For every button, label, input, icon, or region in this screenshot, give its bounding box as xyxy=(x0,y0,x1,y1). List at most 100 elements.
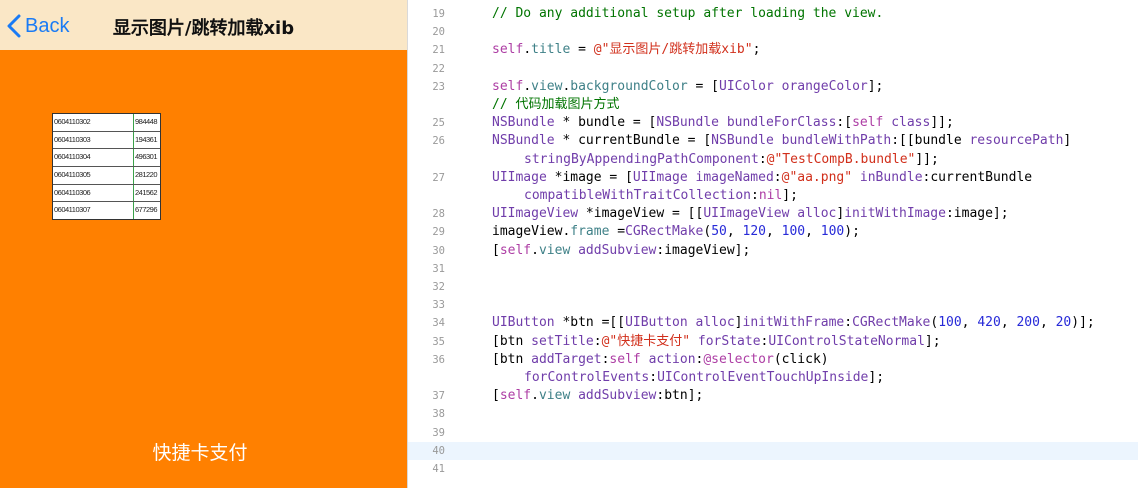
code-line[interactable]: 22 xyxy=(408,60,1138,78)
line-number: 39 xyxy=(432,426,445,439)
code-line[interactable]: 21 self.title = @"显示图片/跳转加载xib"; xyxy=(408,41,1138,59)
code-line[interactable]: forControlEvents:UIControlEventTouchUpIn… xyxy=(408,369,1138,387)
code-token: 100 xyxy=(781,224,806,240)
code-line[interactable]: 40 xyxy=(408,441,1138,460)
image-table-row: 0604110303 194361 xyxy=(53,131,160,150)
code-line[interactable]: 19 // Do any additional setup after loadi… xyxy=(408,5,1138,23)
code-token: )]; xyxy=(1071,315,1095,331)
code-line[interactable]: 38 xyxy=(408,405,1138,423)
code-line[interactable]: 26 NSBundle * currentBundle = [NSBundle b… xyxy=(408,132,1138,150)
code-token: [btn xyxy=(492,351,532,367)
code-token: (click) xyxy=(773,351,829,367)
image-table-id: 0604110304 xyxy=(53,149,134,167)
code-text: // 代码加载图片方式 xyxy=(492,96,619,114)
code-token: nil xyxy=(758,188,783,203)
image-table-value: 281220 xyxy=(135,170,158,180)
code-line[interactable]: 23 self.view.backgroundColor = [UIColor o… xyxy=(408,78,1138,96)
code-token: bundleWithPath xyxy=(781,133,892,149)
line-number: 20 xyxy=(432,26,445,39)
code-token: alloc xyxy=(797,206,837,222)
code-text: imageView.frame =CGRectMake(50, 120, 100… xyxy=(492,223,860,241)
code-line[interactable]: 35 [btn setTitle:@"快捷卡支付" forState:UICont… xyxy=(408,333,1138,351)
code-line[interactable]: 36 [btn addTarget:self action:@selector(c… xyxy=(408,351,1138,369)
code-token: 100 xyxy=(938,315,962,331)
image-table-id: 0604110305 xyxy=(53,167,134,184)
code-token: UIImage xyxy=(492,169,547,185)
code-line[interactable]: 34 UIButton *btn =[[UIButton alloc]initWi… xyxy=(408,314,1138,332)
code-line[interactable]: 28 UIImageView *imageView = [[UIImageView… xyxy=(408,205,1138,223)
code-token: , xyxy=(765,224,782,240)
quick-pay-button[interactable]: 快捷卡支付 xyxy=(100,438,300,464)
code-line[interactable]: 32 xyxy=(408,278,1138,296)
line-number: 33 xyxy=(432,299,445,312)
code-token: ; xyxy=(752,42,761,58)
code-token: initWithImage xyxy=(844,206,946,222)
line-number: 35 xyxy=(432,335,445,348)
code-token: [ xyxy=(492,388,500,404)
code-editor[interactable]: 19 // Do any additional setup after loadi… xyxy=(408,0,1138,488)
simulator-screen: Back 显示图片/跳转加载xib 0604110302 984448 060411… xyxy=(0,0,407,488)
code-text: UIImageView *imageView = [[UIImageView a… xyxy=(492,205,1009,223)
code-token: compatibleWithTraitCollection xyxy=(524,188,751,203)
code-line[interactable]: 41 xyxy=(408,460,1138,478)
code-token: , xyxy=(805,224,821,240)
line-number: 22 xyxy=(432,62,445,75)
nav-title: 显示图片/跳转加载xib xyxy=(112,18,295,39)
code-token: ] xyxy=(1063,133,1072,149)
code-line[interactable]: 31 xyxy=(408,260,1138,278)
code-token: // 代码加载图片方式 xyxy=(492,97,620,112)
code-token: initWithFrame xyxy=(742,315,845,331)
code-token: self xyxy=(492,78,524,94)
code-token: @"TestCompB.bundle" xyxy=(766,151,916,167)
code-token: NSBundle xyxy=(492,133,555,149)
code-token: class xyxy=(891,115,931,131)
code-token: * currentBundle = [ xyxy=(554,133,712,149)
code-text: NSBundle * bundle = [NSBundle bundleForC… xyxy=(492,114,954,132)
code-token: . xyxy=(523,78,532,94)
code-line[interactable]: 37 [self.view addSubview:btn]; xyxy=(408,387,1138,405)
code-token: forControlEvents xyxy=(524,370,650,385)
code-token: UIImageView xyxy=(492,206,579,222)
code-token: 420 xyxy=(977,315,1001,331)
code-text: self.title = @"显示图片/跳转加载xib"; xyxy=(492,41,760,59)
code-token: ]; xyxy=(782,188,798,203)
line-number: 30 xyxy=(432,244,445,257)
code-line[interactable]: 29 imageView.frame =CGRectMake(50, 120, 1… xyxy=(408,223,1138,241)
code-token: , xyxy=(961,315,978,331)
code-line[interactable]: 30 [self.view addSubview:imageView]; xyxy=(408,242,1138,260)
code-line[interactable]: stringByAppendingPathComponent:@"TestCom… xyxy=(408,151,1138,169)
code-line[interactable]: 27 UIImage *image = [UIImage imageNamed:@… xyxy=(408,169,1138,187)
code-token: :currentBundle xyxy=(922,169,1033,185)
code-line[interactable]: compatibleWithTraitCollection:nil]; xyxy=(408,187,1138,205)
line-number: 28 xyxy=(432,208,445,221)
code-token: view xyxy=(538,242,571,258)
image-table-row: 0604110304 496301 xyxy=(53,149,160,168)
image-table-value: 984448 xyxy=(135,117,158,126)
code-line[interactable]: 20 xyxy=(408,23,1138,41)
line-number: 25 xyxy=(432,117,445,130)
navigation-bar: Back 显示图片/跳转加载xib xyxy=(0,0,407,50)
line-number: 26 xyxy=(432,135,445,148)
code-token: 120 xyxy=(742,224,766,240)
code-token: ]]; xyxy=(915,151,939,167)
code-text: NSBundle * currentBundle = [NSBundle bun… xyxy=(492,132,1071,150)
code-token: , xyxy=(1000,315,1017,331)
code-token: 50 xyxy=(711,224,727,240)
code-token: // Do any additional setup after loading… xyxy=(492,6,884,21)
line-number: 36 xyxy=(432,353,445,366)
code-token: ); xyxy=(844,224,860,240)
code-token: *image = [ xyxy=(546,169,633,185)
code-line[interactable]: 39 xyxy=(408,424,1138,442)
code-token: self xyxy=(499,242,532,258)
code-line[interactable]: 25 NSBundle * bundle = [NSBundle bundleFo… xyxy=(408,114,1138,132)
image-table-row: 0604110305 281220 xyxy=(53,167,160,185)
code-token: imageNamed xyxy=(695,169,774,185)
line-number: 34 xyxy=(432,317,445,330)
code-token: , xyxy=(726,224,743,240)
code-token: NSBundle xyxy=(711,133,774,149)
code-token: addSubview xyxy=(578,242,657,258)
code-line[interactable]: 33 xyxy=(408,296,1138,314)
code-line[interactable]: // 代码加载图片方式 xyxy=(408,96,1138,114)
